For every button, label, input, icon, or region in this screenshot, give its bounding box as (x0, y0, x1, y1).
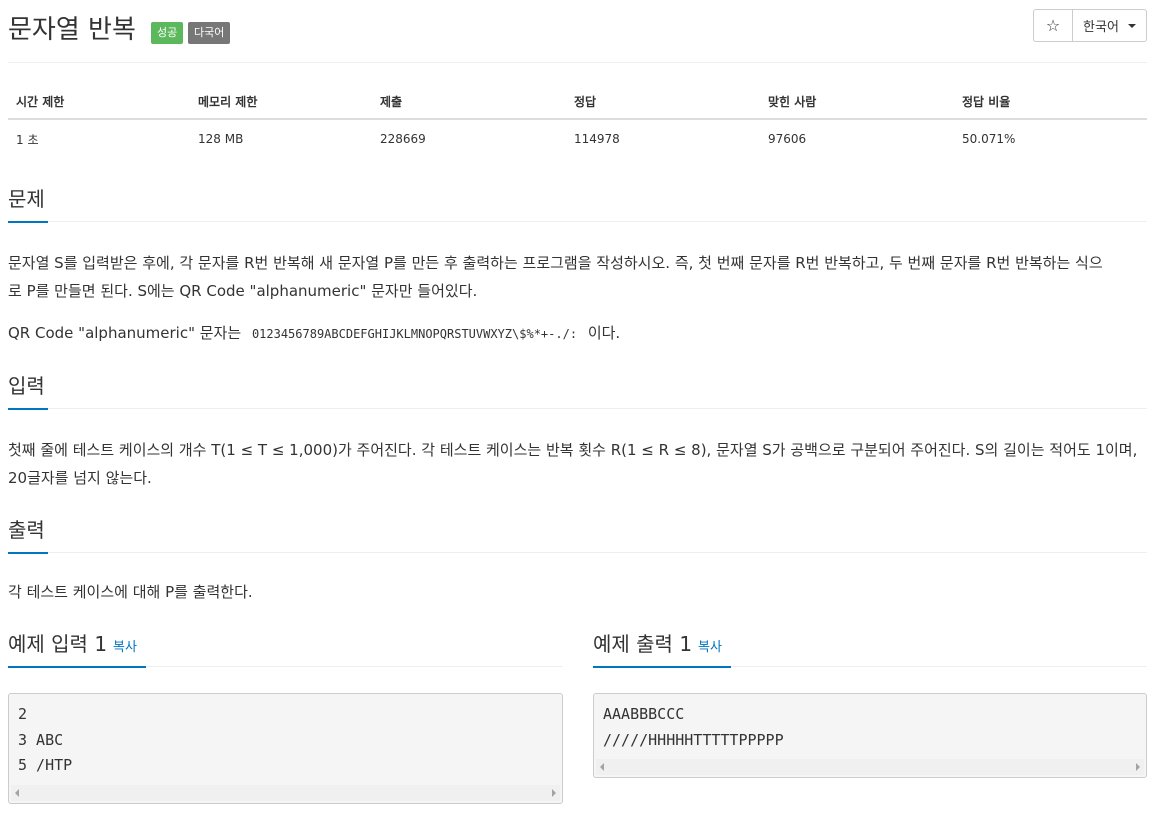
problem-description: 문자열 S를 입력받은 후에, 각 문자를 R번 반복해 새 문자열 P를 만든… (8, 249, 1147, 305)
sample-line: 5 /HTP (18, 756, 73, 774)
problem-info-table: 시간 제한 메모리 제한 제출 정답 맞힌 사람 정답 비율 1 초 128 M… (8, 84, 1147, 158)
input-description: 첫째 줄에 테스트 케이스의 개수 T(1 ≤ T ≤ 1,000)가 주어진다… (8, 436, 1147, 492)
sample-line: 2 (18, 705, 28, 723)
scroll-right-arrow-icon[interactable] (552, 788, 556, 797)
language-label: 한국어 (1083, 20, 1119, 35)
headline-underline (593, 666, 731, 668)
charset-code: 0123456789ABCDEFGHIJKLMNOPQRSTUVWXYZ\$%*… (251, 327, 578, 341)
headline-underline (8, 221, 48, 223)
table-cell-submissions: 228669 (380, 132, 426, 146)
table-header-cell: 제출 (380, 94, 403, 109)
table-header-cell: 맞힌 사람 (768, 94, 817, 109)
copy-sample-input-button[interactable]: 복사 (113, 640, 137, 655)
sample-line: AAABBBCCC (603, 705, 685, 723)
table-header-cell: 정답 (574, 94, 597, 109)
output-description: 각 테스트 케이스에 대해 P를 출력한다. (8, 578, 1147, 606)
horizontal-scrollbar[interactable] (596, 759, 1144, 775)
table-cell-accepted: 114978 (574, 132, 620, 146)
status-badge-success: 성공 (151, 22, 184, 44)
problem-section-title: 문제 (8, 187, 45, 211)
table-cell-solvers: 97606 (768, 132, 807, 146)
table-row: 1 초 128 MB 228669 114978 97606 50.071% (8, 120, 1147, 158)
table-cell-memory-limit: 128 MB (198, 132, 244, 146)
input-section-title: 입력 (8, 374, 45, 398)
sample-input-content: 2 3 ABC 5 /HTP (9, 694, 562, 785)
sample-input-title-text: 예제 입력 1 (8, 632, 108, 656)
charset-description: QR Code "alphanumeric" 문자는 0123456789ABC… (8, 319, 1147, 348)
output-section-title: 출력 (8, 518, 45, 542)
problem-section-headline: 문제 (8, 186, 1147, 223)
sample-input-title: 예제 입력 1 복사 (8, 631, 137, 666)
sample-input-box[interactable]: 2 3 ABC 5 /HTP (8, 693, 563, 804)
sample-output-title-text: 예제 출력 1 (593, 632, 693, 656)
problem-text-line: 문자열 S를 입력받은 후에, 각 문자를 R번 반복해 새 문자열 P를 만든… (8, 254, 1103, 272)
sample-output-content: AAABBBCCC /////HHHHHTTTTTPPPPP (594, 694, 1146, 759)
favorite-button[interactable]: ☆ (1034, 10, 1073, 41)
output-section-headline: 출력 (8, 517, 1147, 554)
header-divider (8, 62, 1147, 63)
sample-input-headline: 예제 입력 1 복사 (8, 631, 563, 668)
table-header-cell: 시간 제한 (16, 94, 65, 109)
sample-output-title: 예제 출력 1 복사 (593, 631, 722, 666)
language-dropdown[interactable]: 한국어 (1073, 10, 1146, 41)
page-title: 문자열 반복 (8, 15, 136, 45)
output-text-line: 각 테스트 케이스에 대해 P를 출력한다. (8, 583, 253, 601)
table-header-row: 시간 제한 메모리 제한 제출 정답 맞힌 사람 정답 비율 (8, 84, 1147, 120)
charset-suffix: 이다. (587, 324, 621, 342)
sample-output-box[interactable]: AAABBBCCC /////HHHHHTTTTTPPPPP (593, 693, 1147, 778)
headline-underline (8, 666, 146, 668)
table-cell-ratio: 50.071% (962, 132, 1016, 146)
input-text-line: 첫째 줄에 테스트 케이스의 개수 T(1 ≤ T ≤ 1,000)가 주어진다… (8, 441, 1138, 459)
input-text-line: 20글자를 넘지 않는다. (8, 469, 152, 487)
scroll-left-arrow-icon[interactable] (15, 788, 19, 797)
problem-text-line: 로 P를 만들면 된다. S에는 QR Code "alphanumeric" … (8, 282, 478, 300)
input-section-headline: 입력 (8, 373, 1147, 410)
headline-underline (8, 552, 48, 554)
table-header-cell: 정답 비율 (962, 94, 1011, 109)
scroll-left-arrow-icon[interactable] (600, 763, 604, 771)
headline-underline (8, 408, 48, 410)
copy-sample-output-button[interactable]: 복사 (698, 640, 722, 655)
multilang-badge[interactable]: 다국어 (188, 22, 231, 44)
sample-line: 3 ABC (18, 730, 64, 749)
header-button-group: ☆ 한국어 (1033, 9, 1147, 42)
scroll-right-arrow-icon[interactable] (1136, 763, 1140, 771)
table-cell-time-limit: 1 초 (16, 132, 39, 147)
table-header-cell: 메모리 제한 (198, 94, 258, 109)
charset-prefix: QR Code "alphanumeric" 문자는 (8, 324, 242, 342)
sample-output-headline: 예제 출력 1 복사 (593, 631, 1147, 668)
star-icon: ☆ (1045, 16, 1061, 35)
sample-line: /////HHHHHTTTTTPPPPP (603, 730, 784, 749)
horizontal-scrollbar[interactable] (11, 784, 560, 801)
caret-down-icon (1127, 23, 1136, 28)
